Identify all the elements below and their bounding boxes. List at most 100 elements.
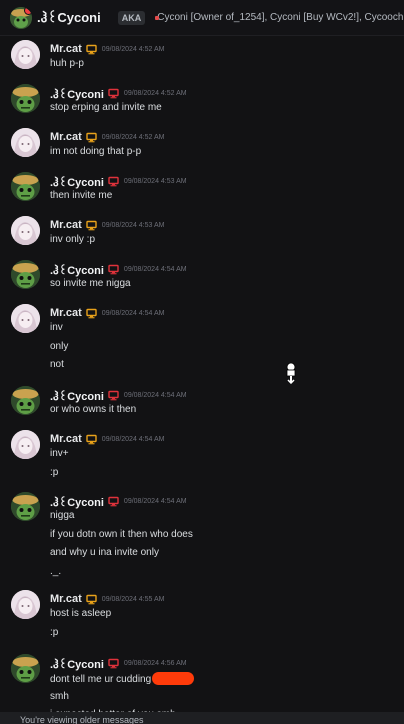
message-text-content: or who owns it then	[50, 404, 137, 415]
timestamp: 09/08/2024 4:54 AM	[101, 435, 165, 443]
message-text-content: and why u ina invite only	[50, 547, 159, 558]
header-avatar[interactable]	[10, 6, 32, 29]
user-avatar[interactable]	[11, 84, 40, 113]
message-header: Mr.cat 09/08/2024 4:54 AM	[50, 304, 164, 322]
message-header: Mr.cat 09/08/2024 4:52 AM	[50, 40, 164, 58]
user-avatar[interactable]	[11, 216, 40, 245]
desktop-icon	[86, 594, 97, 604]
message-text-content: host is asleep	[50, 608, 112, 619]
desktop-icon	[86, 220, 97, 230]
message-text: or who owns it then	[50, 404, 136, 415]
user-avatar[interactable]	[11, 430, 40, 459]
user-avatar[interactable]	[11, 492, 40, 521]
username[interactable]: .ჰ꒰Cyconi	[50, 388, 104, 403]
message-text: if you dotn own it then who does	[50, 529, 193, 540]
username[interactable]: .ჰ꒰Cyconi	[50, 656, 104, 671]
message-text-content: not	[50, 359, 64, 370]
desktop-icon	[86, 44, 97, 54]
message-text: then invite me	[50, 190, 112, 201]
desktop-icon	[108, 88, 119, 98]
username[interactable]: Mr.cat	[50, 307, 82, 319]
timestamp: 09/08/2024 4:54 AM	[101, 309, 165, 317]
username[interactable]: Mr.cat	[50, 433, 82, 445]
message-text: dont tell me ur cudding	[50, 672, 195, 685]
message[interactable]: Mr.cat 09/08/2024 4:55 AM host is asleep:p	[0, 590, 404, 645]
user-avatar[interactable]	[11, 260, 40, 289]
message-text: not	[50, 359, 64, 370]
aka-names: Cyconi [Owner of_1254], Cyconi [Buy WCv2…	[157, 12, 404, 23]
message-text-content: huh p-p	[50, 58, 84, 69]
message[interactable]: Mr.cat 09/08/2024 4:52 AM huh p-p	[0, 40, 404, 77]
dm-header: .ჰ꒰Cyconi AKA Cyconi [Owner of_1254], Cy…	[0, 0, 404, 36]
timestamp: 09/08/2024 4:54 AM	[123, 497, 187, 505]
message-text-content: inv only :p	[50, 234, 96, 245]
message-text: so invite me nigga	[50, 278, 131, 289]
message-text: im not doing that p-p	[50, 146, 141, 157]
timestamp: 09/08/2024 4:52 AM	[101, 45, 165, 53]
message-text: inv+	[50, 448, 69, 459]
timestamp: 09/08/2024 4:56 AM	[123, 659, 187, 667]
message-text-content: stop erping and invite me	[50, 102, 162, 113]
user-avatar[interactable]	[11, 172, 40, 201]
message-text-content: so invite me nigga	[50, 278, 131, 289]
desktop-icon	[86, 132, 97, 142]
timestamp: 09/08/2024 4:52 AM	[123, 89, 187, 97]
username[interactable]: Mr.cat	[50, 43, 82, 55]
desktop-icon	[108, 496, 119, 506]
username[interactable]: .ჰ꒰Cyconi	[50, 494, 104, 509]
message-text: stop erping and invite me	[50, 102, 162, 113]
message[interactable]: .ჰ꒰Cyconi 09/08/2024 4:54 AM or who owns i…	[0, 386, 404, 423]
message-text: :p	[50, 627, 58, 638]
message-header: Mr.cat 09/08/2024 4:52 AM	[50, 128, 164, 146]
message[interactable]: Mr.cat 09/08/2024 4:52 AM im not doing tha…	[0, 128, 404, 165]
username[interactable]: Mr.cat	[50, 131, 82, 143]
user-avatar[interactable]	[11, 304, 40, 333]
message-header: .ჰ꒰Cyconi 09/08/2024 4:53 AM	[50, 172, 187, 190]
user-avatar[interactable]	[11, 590, 40, 619]
message-text-content: if you dotn own it then who does	[50, 528, 193, 540]
user-avatar[interactable]	[11, 128, 40, 157]
message-text: and why u ina invite only	[50, 547, 159, 558]
message-text-content: :p	[50, 466, 59, 478]
username[interactable]: Mr.cat	[50, 219, 82, 231]
username[interactable]: .ჰ꒰Cyconi	[50, 262, 104, 277]
message-text: nigga	[50, 510, 74, 521]
message[interactable]: .ჰ꒰Cyconi 09/08/2024 4:52 AM stop erping a…	[0, 84, 404, 121]
message-header: .ჰ꒰Cyconi 09/08/2024 4:52 AM	[50, 84, 187, 102]
user-avatar[interactable]	[11, 40, 40, 69]
user-avatar[interactable]	[11, 654, 40, 683]
message-text: inv	[50, 322, 63, 333]
message-text: :p	[50, 467, 58, 478]
message[interactable]: .ჰ꒰Cyconi 09/08/2024 4:53 AM then invite m…	[0, 172, 404, 209]
message[interactable]: Mr.cat 09/08/2024 4:53 AM inv only :p	[0, 216, 404, 253]
message[interactable]: .ჰ꒰Cyconi 09/08/2024 4:54 AM so invite me …	[0, 260, 404, 297]
message[interactable]: Mr.cat 09/08/2024 4:54 AM inv+ :p	[0, 430, 404, 485]
username[interactable]: .ჰ꒰Cyconi	[50, 86, 104, 101]
message-text: ._.	[50, 566, 61, 577]
message[interactable]: Mr.cat 09/08/2024 4:54 AM inv only not	[0, 304, 404, 378]
message-header: .ჰ꒰Cyconi 09/08/2024 4:56 AM	[50, 654, 187, 672]
message-text: only	[50, 341, 68, 352]
username[interactable]: .ჰ꒰Cyconi	[50, 174, 104, 189]
message-feed[interactable]: Mr.cat 09/08/2024 4:52 AM huh p-p .ჰ꒰Cyconi…	[0, 36, 404, 722]
desktop-icon	[108, 390, 119, 400]
redaction-scribble	[152, 672, 195, 685]
timestamp: 09/08/2024 4:52 AM	[101, 133, 165, 141]
message-header: .ჰ꒰Cyconi 09/08/2024 4:54 AM	[50, 386, 187, 404]
message-text-content: :p	[50, 626, 59, 638]
message-text-content: inv	[50, 322, 63, 333]
header-channel-name[interactable]: .ჰ꒰Cyconi	[37, 9, 101, 26]
message-text: smh	[50, 691, 69, 702]
desktop-icon	[86, 434, 97, 444]
user-avatar[interactable]	[11, 386, 40, 415]
desktop-icon	[108, 658, 119, 668]
message-text-content: dont tell me ur cudding	[50, 674, 152, 685]
message-header: .ჰ꒰Cyconi 09/08/2024 4:54 AM	[50, 260, 187, 278]
message-text: inv only :p	[50, 234, 95, 245]
desktop-icon	[86, 308, 97, 318]
message[interactable]: .ჰ꒰Cyconi 09/08/2024 4:54 AM nigga if you d…	[0, 492, 404, 584]
username[interactable]: Mr.cat	[50, 593, 82, 605]
message-text-content: im not doing that p-p	[50, 146, 142, 157]
aka-badge: AKA	[117, 10, 146, 25]
older-messages-banner[interactable]: You're viewing older messages	[0, 712, 404, 724]
